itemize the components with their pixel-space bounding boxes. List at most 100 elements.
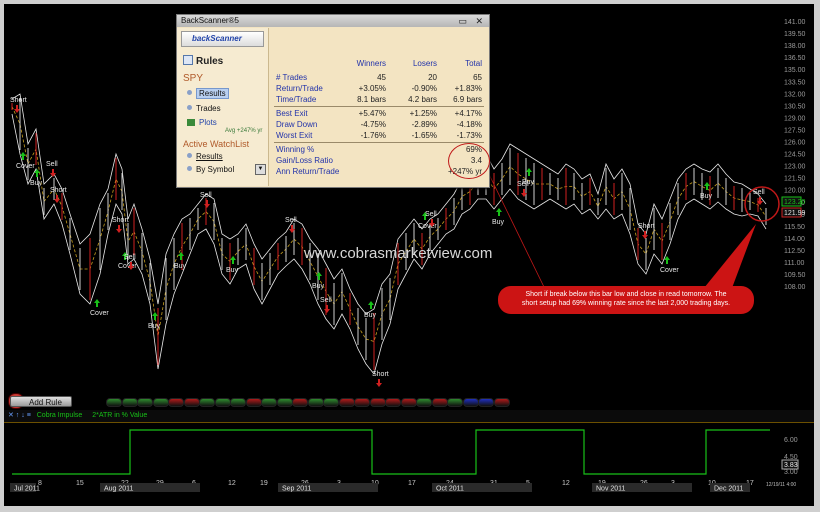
signal-label-cover: Cover [418, 223, 437, 230]
rule-toggle-pill[interactable] [447, 398, 463, 407]
signal-label-short: Short [372, 371, 389, 378]
rule-toggle-pill[interactable] [230, 398, 246, 407]
buy-arrow-icon [152, 312, 158, 320]
rule-toggle-pill[interactable] [323, 398, 339, 407]
buy-arrow-icon [496, 208, 502, 216]
rule-toggle-pill[interactable] [400, 398, 417, 407]
signal-label-sell: Sell [46, 161, 58, 168]
signal-label-cover: Cover [660, 267, 679, 274]
row-label: Best Exit [276, 109, 308, 118]
rule-toggle-pill[interactable] [416, 398, 432, 407]
winners-value: -4.75% [360, 120, 386, 129]
rule-toggle-pill[interactable] [338, 398, 355, 407]
price-axis-label: 115.50 [784, 224, 805, 231]
rule-toggle-pill[interactable] [183, 398, 200, 407]
winning-pct-highlight [448, 143, 490, 179]
symbol-label: SPY [183, 73, 204, 84]
rule-toggle-pill[interactable] [385, 398, 401, 407]
price-axis-label: 129.00 [784, 115, 806, 122]
by-symbol-select[interactable]: By Symbol ▼ [187, 164, 268, 175]
indicator-axis-label: 3.00 [784, 469, 798, 476]
price-axis-label: 135.00 [784, 67, 806, 74]
table-row: # Trades 45 20 65 [272, 72, 484, 83]
rules-heading[interactable]: Rules [183, 55, 268, 67]
callout-line-1: Short if break below this bar low and cl… [525, 291, 727, 298]
rule-toggle-pill[interactable] [214, 398, 231, 407]
price-axis-label: 121.50 [784, 176, 806, 183]
radio-icon [187, 153, 192, 158]
winners-value: -1.76% [360, 131, 386, 140]
chevron-down-icon[interactable]: ▼ [255, 164, 266, 175]
rule-toggle-pill[interactable] [307, 398, 324, 407]
price-axis-label: 132.00 [784, 91, 806, 98]
row-label: Draw Down [276, 120, 318, 129]
plot-icon [187, 119, 195, 126]
signal-label-buy: Buy [364, 312, 377, 319]
trades-option[interactable]: Trades [187, 103, 268, 114]
price-axis-label: 109.50 [784, 272, 806, 279]
annotation-callout: Short if break below this bar low and cl… [498, 286, 754, 314]
indicator-chart[interactable]: 6.004.503.003.83 [4, 422, 814, 506]
backscanner-logo: backScanner [181, 31, 264, 47]
rule-toggle-pill[interactable] [199, 398, 215, 407]
signal-label-sell: Sell [200, 192, 212, 199]
rule-toggle-pill[interactable] [292, 398, 308, 407]
rule-toggle-pill[interactable] [168, 398, 184, 407]
rule-toggle-pill[interactable] [106, 398, 122, 407]
signal-label-buy: Buy [226, 267, 239, 274]
previous-price-label: 121.99 [784, 210, 806, 217]
rule-toggle-pill[interactable] [137, 398, 153, 407]
backscanner-titlebar[interactable]: BackScanner®5 ▭ ✕ [177, 15, 489, 27]
rule-toggle-pill[interactable] [261, 398, 277, 407]
indicator-axis-label: 6.00 [784, 437, 798, 444]
rule-toggle-pill[interactable] [245, 398, 262, 407]
rule-toggle-pill[interactable] [478, 398, 494, 407]
rule-toggle-pill[interactable] [152, 398, 169, 407]
total-value: -4.18% [456, 120, 482, 129]
winners-value: +5.47% [358, 109, 386, 118]
indicator-controls-icon[interactable]: ✕ ↑ ↓ ≡ [8, 412, 31, 419]
indicator-value: 3.83 [784, 462, 798, 469]
price-axis-label: 120.00 [784, 188, 806, 195]
price-axis-label: 139.50 [784, 31, 806, 38]
avg-return-label: Avg +247% yr [225, 128, 263, 134]
indicator-param: 2*ATR in % Value [92, 412, 148, 419]
signal-label-sell: Sell [285, 217, 297, 224]
signal-label-buy: Buy [30, 180, 43, 187]
watchlist-results-option[interactable]: Results [187, 151, 268, 162]
close-icon[interactable]: ✕ [475, 15, 483, 27]
row-label: # Trades [276, 73, 308, 82]
table-row: Draw Down -4.75% -2.89% -4.18% [272, 119, 484, 130]
rule-toggle-pill[interactable] [276, 398, 293, 407]
sell-arrow-icon [54, 195, 60, 203]
rule-toggle-pill[interactable] [369, 398, 386, 407]
rule-toggle-pill[interactable] [354, 398, 370, 407]
winners-value: 8.1 bars [357, 95, 386, 104]
results-option[interactable]: Results [187, 88, 268, 99]
row-label: Worst Exit [276, 131, 313, 140]
signal-label-buy: Buy [522, 179, 535, 186]
rule-toggle-pill[interactable] [493, 398, 510, 407]
add-rule-button[interactable]: Add Rule [10, 396, 72, 407]
table-row: Time/Trade 8.1 bars 4.2 bars 6.9 bars [272, 94, 484, 105]
sell-arrow-icon [116, 225, 122, 233]
plots-option[interactable]: Plots [187, 118, 268, 127]
buy-arrow-icon [230, 256, 236, 264]
rule-toggle-pill[interactable] [431, 398, 448, 407]
callout-tail [704, 224, 756, 288]
row-label: Time/Trade [276, 95, 317, 104]
rule-toggle-pill[interactable] [121, 398, 138, 407]
row-label: Ann Return/Trade [276, 167, 340, 176]
impulse-line [12, 429, 770, 475]
losers-value: 20 [428, 73, 437, 82]
rule-toggle-pill[interactable] [462, 398, 479, 407]
minimize-icon[interactable]: ▭ [458, 15, 467, 27]
signal-label-buy: Buy [700, 193, 713, 200]
sell-arrow-icon [376, 379, 382, 387]
window-title: BackScanner®5 [181, 16, 239, 25]
callout-line-2: short setup had 69% winning rate since t… [521, 300, 731, 307]
signal-label-short: Short [50, 187, 67, 194]
signal-label-short: Short [112, 217, 129, 224]
table-row: Best Exit +5.47% +1.25% +4.17% [272, 108, 484, 119]
price-axis-label: 136.50 [784, 55, 806, 62]
